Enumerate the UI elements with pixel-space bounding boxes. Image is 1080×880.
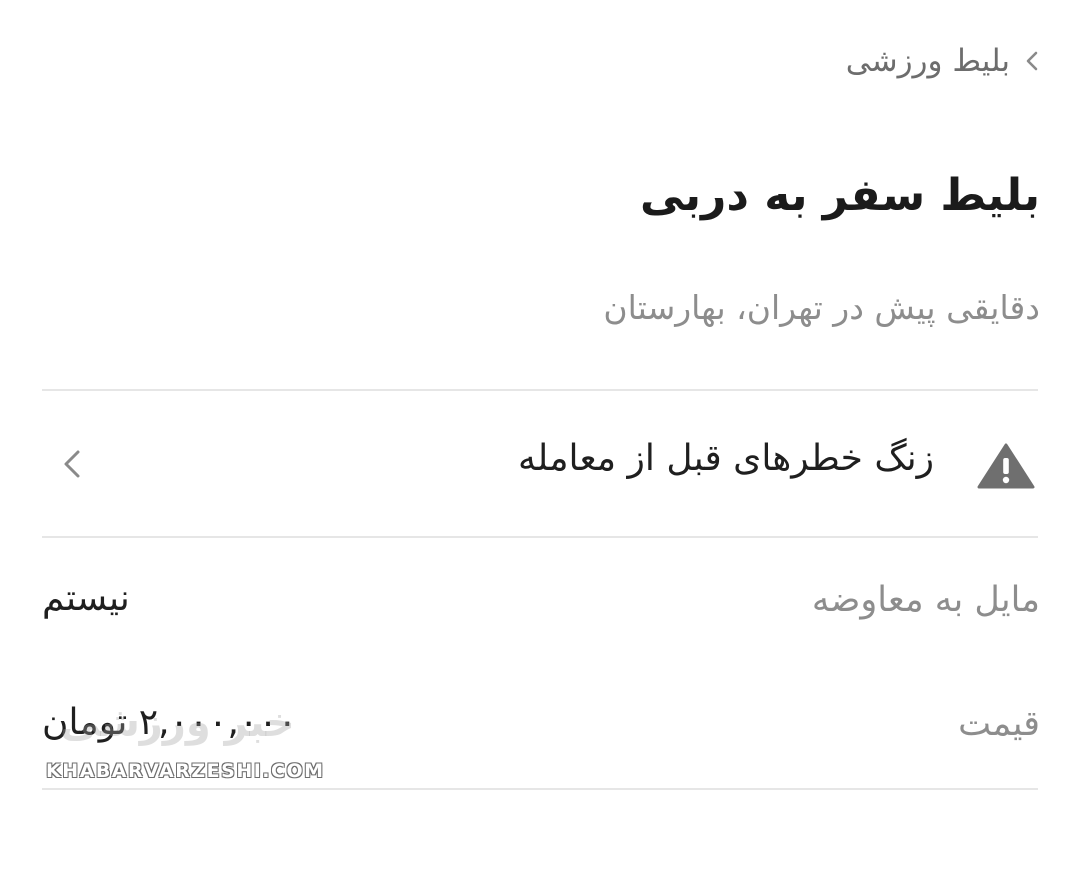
divider [42,788,1038,790]
breadcrumb[interactable]: بلیط ورزشی [846,38,1040,84]
warning-label: زنگ خطرهای قبل از معامله [517,438,934,479]
detail-key: مایل به معاوضه [811,580,1040,620]
watermark-text: KHABARVARZESHI.COM [46,760,325,782]
chevron-left-icon [60,446,84,482]
detail-key: قیمت [958,704,1040,744]
listing-subtitle: دقایقی پیش در تهران، بهارستان [603,288,1040,327]
listing-title: بلیط سفر به دربی [640,170,1040,221]
warning-triangle-icon [976,442,1036,490]
breadcrumb-label: بلیط ورزشی [845,43,1010,79]
chevron-left-icon [1024,49,1040,73]
safety-warning-row[interactable]: زنگ خطرهای قبل از معامله [42,392,1038,534]
detail-value: نیستم [42,578,130,619]
watermark-logo: خبر ورزشی [60,700,295,746]
divider [42,536,1038,538]
divider [42,389,1038,391]
detail-row-exchange: مایل به معاوضه نیستم [42,574,1040,634]
